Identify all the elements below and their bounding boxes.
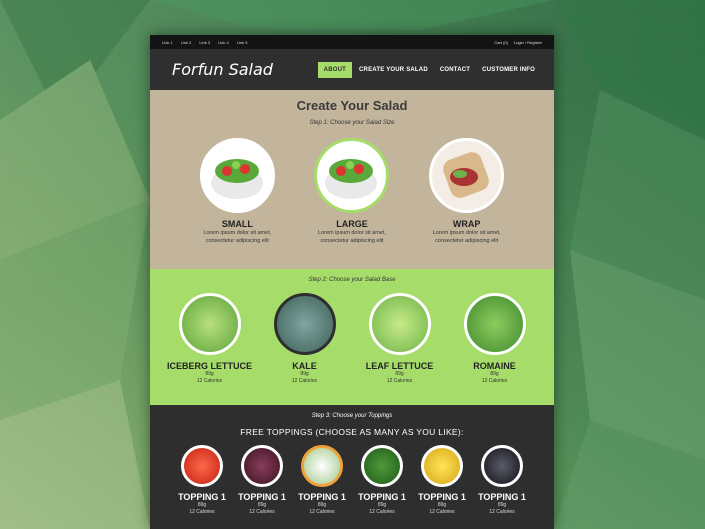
olives-image: [481, 445, 523, 487]
topping-name: TOPPING 1: [298, 492, 346, 502]
base-weight: 89g: [300, 371, 309, 377]
nav-contact[interactable]: CONTACT: [435, 62, 475, 78]
topping-calories: 12 Calories: [309, 509, 335, 515]
base-name: KALE: [292, 361, 317, 371]
topping-name: TOPPING 1: [358, 492, 406, 502]
base-name: LEAF LETTUCE: [365, 361, 434, 371]
topping-name: TOPPING 1: [178, 492, 226, 502]
main-nav: ABOUT CREATE YOUR SALAD CONTACT CUSTOMER…: [317, 61, 540, 78]
tomato-image: [181, 445, 223, 487]
topping-calories: 12 Calories: [429, 509, 455, 515]
topping-name: TOPPING 1: [418, 492, 466, 502]
topping-calories: 12 Calories: [189, 509, 215, 515]
topping-option-spinach[interactable]: TOPPING 1 89g 12 Calories: [355, 445, 410, 516]
login-link[interactable]: Login / Register: [514, 40, 542, 45]
topping-calories: 12 Calories: [489, 509, 515, 515]
topping-weight: 89g: [437, 502, 447, 508]
step2-section: Step 2: Choose your Salad Base ICEBERG L…: [150, 269, 554, 405]
topping-option-radish[interactable]: TOPPING 1 89g 12 Calories: [295, 445, 350, 516]
base-option-iceberg[interactable]: ICEBERG LETTUCE 89g 12 Calories: [162, 293, 257, 385]
size-name: SMALL: [221, 219, 253, 229]
website-mockup: Link 1 Link 2 Link 3 Link 4 Link 5 Cart …: [150, 35, 554, 529]
base-option-romaine[interactable]: ROMAINE 89g 12 Calories: [447, 293, 542, 385]
base-option-leaf-lettuce[interactable]: LEAF LETTUCE 89g 12 Calories: [352, 293, 447, 385]
topping-option-red-cabbage[interactable]: TOPPING 1 89g 12 Calories: [235, 445, 290, 516]
size-option-wrap[interactable]: WRAP Lorem ipsum dolor sit amet, consect…: [417, 138, 517, 245]
iceberg-lettuce-image: [178, 293, 241, 355]
top-bar: Link 1 Link 2 Link 3 Link 4 Link 5 Cart …: [150, 35, 554, 49]
site-header: Forfun Salad ABOUT CREATE YOUR SALAD CON…: [150, 49, 554, 90]
radish-image: [301, 445, 343, 487]
base-option-kale[interactable]: KALE 89g 12 Calories: [257, 293, 352, 385]
step1-section: Create Your Salad Step 1: Choose your Sa…: [150, 90, 554, 269]
size-desc-2: consectetur adipiscing elit: [320, 238, 384, 244]
topping-weight: 89g: [257, 502, 267, 508]
topping-weight: 89g: [497, 502, 507, 508]
size-option-large[interactable]: LARGE Lorem ipsum dolor sit amet, consec…: [302, 138, 402, 245]
topping-option-tomato[interactable]: TOPPING 1 89g 12 Calories: [175, 445, 230, 516]
top-link-5[interactable]: Link 5: [237, 40, 248, 45]
corn-image: [421, 445, 463, 487]
size-desc-2: consectetur adipiscing elit: [435, 238, 499, 244]
topping-weight: 89g: [377, 502, 387, 508]
free-toppings-heading: FREE TOPPINGS (CHOOSE AS MANY AS YOU LIK…: [240, 427, 464, 437]
base-calories: 12 Calories: [481, 378, 508, 384]
size-option-small[interactable]: SMALL Lorem ipsum dolor sit amet, consec…: [187, 138, 287, 245]
romaine-image: [463, 293, 526, 355]
topping-weight: 89g: [317, 502, 327, 508]
nav-customer-info[interactable]: CUSTOMER INFO: [477, 62, 540, 78]
cart-link[interactable]: Cart (0): [494, 40, 508, 45]
size-desc-1: Lorem ipsum dolor sit amet,: [318, 230, 386, 236]
base-weight: 89g: [205, 371, 214, 377]
page-title: Create Your Salad: [296, 98, 408, 113]
small-salad-image: [199, 138, 275, 213]
size-desc-2: consectetur adipiscing elit: [205, 238, 269, 244]
topping-weight: 89g: [197, 502, 207, 508]
step3-label: Step 3: Choose your Toppings: [311, 413, 393, 419]
topping-name: TOPPING 1: [478, 492, 526, 502]
base-calories: 12 Calories: [291, 378, 318, 384]
base-weight: 89g: [395, 371, 404, 377]
top-link-3[interactable]: Link 3: [199, 40, 210, 45]
top-link-1[interactable]: Link 1: [162, 40, 173, 45]
size-desc-1: Lorem ipsum dolor sit amet,: [432, 230, 501, 236]
kale-image: [273, 293, 336, 355]
topping-option-corn[interactable]: TOPPING 1 89g 12 Calories: [415, 445, 470, 516]
size-name: WRAP: [452, 219, 481, 229]
size-desc-1: Lorem ipsum dolor sit amet,: [203, 230, 272, 236]
base-name: ROMAINE: [473, 361, 516, 371]
topping-calories: 12 Calories: [249, 509, 275, 515]
top-link-2[interactable]: Link 2: [181, 40, 192, 45]
size-name: LARGE: [336, 219, 368, 229]
site-logo[interactable]: Forfun Salad: [172, 60, 273, 79]
nav-create-your-salad[interactable]: CREATE YOUR SALAD: [354, 62, 433, 78]
base-calories: 12 Calories: [196, 378, 223, 384]
base-calories: 12 Calories: [386, 378, 413, 384]
large-salad-image: [314, 138, 390, 213]
wrap-image: [429, 138, 505, 213]
step3-section: Step 3: Choose your Toppings FREE TOPPIN…: [150, 405, 554, 516]
nav-about[interactable]: ABOUT: [317, 61, 353, 78]
spinach-image: [361, 445, 403, 487]
base-weight: 89g: [490, 371, 499, 377]
topping-option-olives[interactable]: TOPPING 1 89g 12 Calories: [475, 445, 530, 516]
red-cabbage-image: [241, 445, 283, 487]
base-name: ICEBERG LETTUCE: [166, 361, 252, 371]
step2-label: Step 2: Choose your Salad Base: [308, 277, 396, 283]
topping-calories: 12 Calories: [369, 509, 395, 515]
topping-name: TOPPING 1: [238, 492, 286, 502]
leaf-lettuce-image: [368, 293, 431, 355]
top-link-4[interactable]: Link 4: [218, 40, 229, 45]
